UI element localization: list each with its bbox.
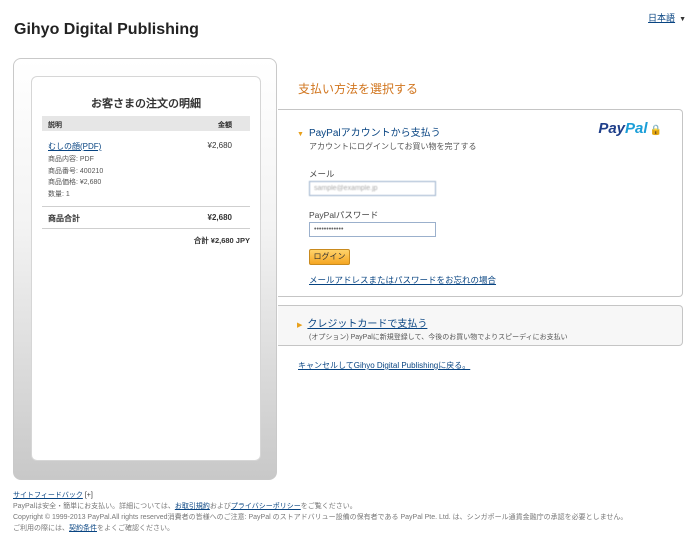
order-summary-panel: お客さまの注文の明細 説明 金額 むしの顔(PDF) ¥2,680 商品内容: … (13, 58, 277, 480)
footer-text: ご利用の際には、 (13, 525, 69, 532)
item-detail-line: 商品価格: ¥2,680 (48, 179, 102, 186)
divider (42, 228, 250, 229)
subtotal-row: 商品合計 ¥2,680 (48, 213, 250, 224)
footer: サイトフィードバック [+] PayPalは安全・簡単にお支払い。詳細については… (13, 490, 693, 534)
footer-text: をご覧ください。 (300, 503, 357, 510)
language-selector[interactable]: 日本語 ▼ (648, 11, 686, 24)
password-label: PayPalパスワード (309, 210, 379, 220)
terms-link[interactable]: お取引規約 (175, 503, 210, 510)
triangle-down-icon: ▼ (297, 131, 304, 138)
credit-card-title-text[interactable]: クレジットカードで支払う (307, 319, 427, 330)
subtotal-label: 商品合計 (48, 214, 80, 223)
email-field[interactable] (309, 181, 436, 196)
login-button[interactable]: ログイン (309, 249, 350, 265)
language-label[interactable]: 日本語 (648, 13, 675, 23)
order-table-header: 説明 金額 (42, 116, 250, 131)
order-item: むしの顔(PDF) ¥2,680 商品内容: PDF 商品番号: 400210 … (48, 141, 250, 200)
site-feedback-link[interactable]: サイトフィードバック (13, 492, 83, 499)
choose-payment-title: 支払い方法を選択する (298, 82, 419, 96)
footer-line: ご利用の際には、契約条件をよくご確認ください。 (13, 523, 693, 534)
order-total: 合計 ¥2,680 JPY (193, 236, 250, 245)
col-description: 説明 (48, 122, 62, 129)
password-field[interactable] (309, 222, 436, 237)
paypal-logo-pal: Pal (625, 120, 648, 137)
footer-text: および (209, 503, 231, 510)
merchant-name: Gihyo Digital Publishing (14, 21, 199, 38)
paypal-section-title-text: PayPalアカウントから支払う (308, 128, 441, 139)
order-summary-title: お客さまの注文の明細 (91, 98, 201, 110)
paypal-logo: PayPal 🔒 (598, 120, 662, 137)
feedback-row: サイトフィードバック [+] (13, 490, 693, 501)
credit-card-title[interactable]: ▶ クレジットカードで支払う (297, 315, 427, 330)
paypal-section-title[interactable]: ▼ PayPalアカウントから支払う (297, 124, 441, 139)
order-summary-card: お客さまの注文の明細 説明 金額 むしの顔(PDF) ¥2,680 商品内容: … (31, 76, 261, 461)
item-name-link[interactable]: むしの顔(PDF) (48, 142, 101, 151)
forgot-credentials-link[interactable]: メールアドレスまたはパスワードをお忘れの場合 (309, 274, 496, 286)
chevron-down-icon[interactable]: ▼ (679, 16, 686, 23)
footer-line: PayPalは安全・簡単にお支払い。詳細については、お取引規約およびプライバシー… (13, 501, 693, 512)
item-detail-line: 数量: 1 (48, 190, 70, 198)
col-amount: 金額 (218, 122, 232, 129)
item-price: ¥2,680 (207, 141, 232, 150)
lock-icon: 🔒 (649, 125, 662, 136)
divider (42, 206, 250, 207)
footer-text: をよくご確認ください。 (97, 525, 174, 532)
credit-card-subtitle: (オプション) PayPalに新規登録して、今後のお買い物でよりスピーディにお支… (309, 334, 568, 341)
subtotal-value: ¥2,680 (207, 213, 232, 222)
credit-card-section[interactable]: ▶ クレジットカードで支払う (オプション) PayPalに新規登録して、今後のお… (278, 305, 683, 346)
item-detail-line: 商品番号: 400210 (48, 167, 104, 175)
paypal-login-section: ▼ PayPalアカウントから支払う アカウントにログインしてお買い物を完了する … (278, 109, 683, 297)
triangle-right-icon: ▶ (297, 322, 303, 329)
cancel-return-link[interactable]: キャンセルしてGihyo Digital Publishingに戻る。 (298, 360, 470, 371)
item-detail-line: 商品内容: PDF (48, 156, 94, 163)
conditions-link[interactable]: 契約条件 (69, 525, 97, 532)
privacy-policy-link[interactable]: プライバシーポリシー (231, 503, 301, 510)
copyright-line: Copyright © 1999-2013 PayPal.All rights … (13, 514, 628, 521)
footer-text: PayPalは安全・簡単にお支払い。詳細については、 (13, 503, 175, 510)
feedback-expand-icon[interactable]: [+] (85, 492, 93, 499)
paypal-logo-pay: Pay (598, 120, 626, 137)
paypal-section-subtitle: アカウントにログインしてお買い物を完了する (309, 142, 477, 151)
email-label: メール (309, 169, 335, 179)
item-details: 商品内容: PDF 商品番号: 400210 商品価格: ¥2,680 数量: … (48, 154, 250, 200)
